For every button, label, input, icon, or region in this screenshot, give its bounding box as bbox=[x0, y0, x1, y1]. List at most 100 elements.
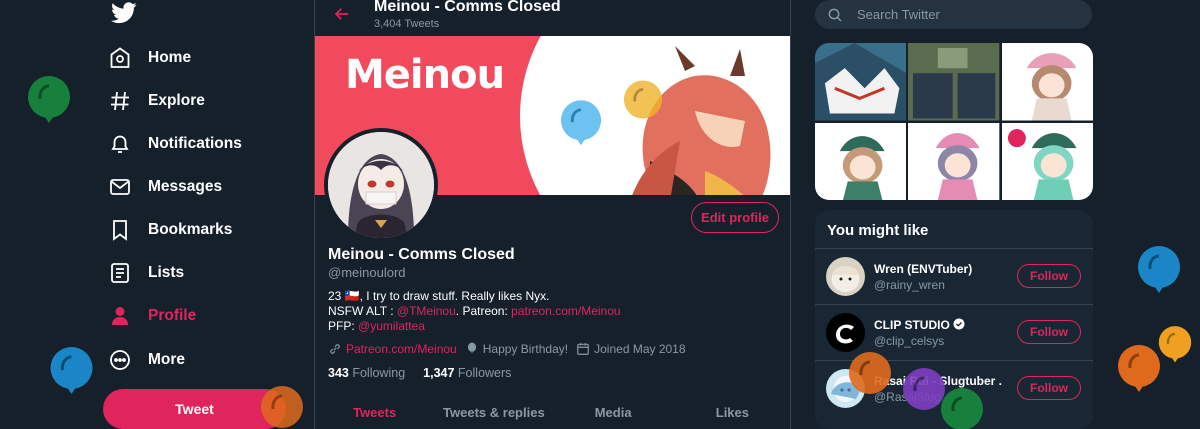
search-input[interactable]: Search Twitter bbox=[857, 7, 940, 22]
suggestion-name: CLIP STUDIO bbox=[874, 318, 965, 332]
bio-patreon-prefix: . Patreon: bbox=[455, 304, 512, 318]
edit-profile-button[interactable]: Edit profile bbox=[691, 202, 779, 233]
birthday-balloon-icon bbox=[50, 347, 93, 394]
bell-icon bbox=[111, 135, 129, 153]
media-tile[interactable] bbox=[908, 122, 1000, 201]
birthday-balloon-icon bbox=[560, 100, 602, 146]
joined-item: Joined May 2018 bbox=[576, 342, 686, 356]
envelope-icon bbox=[110, 179, 130, 195]
birthday-balloon-icon bbox=[28, 76, 70, 123]
nav-more[interactable]: More bbox=[108, 340, 185, 380]
suggestion-name-text: CLIP STUDIO bbox=[874, 318, 950, 332]
follow-button[interactable]: Follow bbox=[1017, 320, 1081, 344]
nav-profile-label: Profile bbox=[148, 307, 197, 324]
suggestion-handle: @clip_celsys bbox=[874, 334, 945, 348]
nav-home-label: Home bbox=[148, 49, 192, 66]
pfp-credit-link[interactable]: @yumilattea bbox=[358, 319, 425, 333]
following-count: 343 bbox=[328, 366, 349, 380]
more-icon bbox=[110, 350, 130, 370]
home-icon bbox=[110, 47, 130, 68]
nav-home[interactable]: Home bbox=[108, 38, 191, 78]
birthday-balloon-icon bbox=[849, 352, 891, 394]
nav-more-label: More bbox=[148, 351, 186, 368]
tweet-count: 3,404 Tweets bbox=[374, 18, 440, 30]
tab-tweets-replies[interactable]: Tweets & replies bbox=[434, 397, 553, 429]
suggestion-row[interactable]: Wren (ENVTuber) @rainy_wren Follow bbox=[815, 248, 1093, 303]
search-bar[interactable]: Search Twitter bbox=[815, 0, 1092, 29]
avatar-illustration bbox=[826, 257, 865, 296]
website-item[interactable]: Patreon.com/Meinou bbox=[328, 342, 457, 356]
profile-handle: @meinoulord bbox=[328, 265, 406, 280]
bio-nsfw-prefix: NSFW ALT : bbox=[328, 304, 397, 318]
page-title: Meinou - Comms Closed bbox=[374, 0, 561, 15]
tab-likes[interactable]: Likes bbox=[673, 397, 790, 429]
suggestions-title: You might like bbox=[827, 222, 929, 239]
bio-line-2: NSFW ALT : @TMeinou. Patreon: patreon.co… bbox=[328, 304, 621, 319]
birthday-text: Happy Birthday! bbox=[482, 342, 569, 356]
nsfw-alt-link[interactable]: @TMeinou bbox=[397, 304, 456, 318]
bio-pfp-prefix: PFP: bbox=[328, 319, 359, 333]
media-tile[interactable] bbox=[908, 43, 1000, 121]
bookmark-icon bbox=[113, 220, 127, 241]
bio-line-1: 23 🇨🇱, I try to draw stuff. Really likes… bbox=[328, 289, 550, 303]
website-link[interactable]: Patreon.com/Meinou bbox=[346, 342, 457, 356]
birthday-balloon-icon bbox=[261, 386, 303, 428]
birthday-balloon-icon bbox=[1118, 345, 1160, 392]
birthday-balloon-icon bbox=[941, 388, 983, 429]
banner-character-illustration bbox=[632, 46, 771, 195]
profile-tabs: Tweets Tweets & replies Media Likes bbox=[315, 397, 790, 429]
birthday-balloon-icon bbox=[1138, 246, 1180, 293]
clip-studio-logo-icon bbox=[826, 313, 865, 352]
calendar-icon bbox=[577, 343, 589, 355]
follow-button[interactable]: Follow bbox=[1017, 376, 1081, 400]
nav-lists-label: Lists bbox=[148, 264, 185, 281]
profile-name: Meinou - Comms Closed bbox=[328, 246, 515, 263]
follow-stats: 343 Following 1,347 Followers bbox=[328, 366, 511, 380]
following-stat[interactable]: 343 Following bbox=[328, 366, 405, 380]
follow-button[interactable]: Follow bbox=[1017, 264, 1081, 288]
bio-line-3: PFP: @yumilattea bbox=[328, 319, 621, 334]
avatar[interactable] bbox=[826, 313, 865, 352]
suggestion-row[interactable]: CLIP STUDIO @clip_celsys Follow bbox=[815, 304, 1093, 359]
media-tile[interactable] bbox=[1001, 43, 1093, 121]
birthday-item: Happy Birthday! bbox=[465, 342, 568, 356]
nav-messages[interactable]: Messages bbox=[108, 167, 222, 207]
followers-count: 1,347 bbox=[423, 366, 455, 380]
joined-text: Joined May 2018 bbox=[594, 342, 686, 356]
tab-media[interactable]: Media bbox=[554, 397, 673, 429]
nav-notifications[interactable]: Notifications bbox=[108, 124, 242, 164]
suggestion-handle: @rainy_wren bbox=[874, 278, 945, 292]
patreon-bio-link[interactable]: patreon.com/Meinou bbox=[511, 304, 620, 318]
nav-notifications-label: Notifications bbox=[148, 135, 242, 152]
following-label: Following bbox=[352, 366, 406, 380]
tweet-button[interactable]: Tweet bbox=[103, 389, 286, 429]
profile-bio: 23 🇨🇱, I try to draw stuff. Really likes… bbox=[328, 289, 621, 334]
nav-lists[interactable]: Lists bbox=[108, 253, 184, 293]
banner-logo-text: Meinou bbox=[345, 52, 505, 98]
list-icon bbox=[111, 263, 129, 283]
followers-stat[interactable]: 1,347 Followers bbox=[423, 366, 511, 380]
back-arrow-icon[interactable] bbox=[333, 5, 351, 23]
search-icon bbox=[828, 8, 842, 22]
nav-bookmarks[interactable]: Bookmarks bbox=[108, 210, 232, 250]
nav-messages-label: Messages bbox=[148, 178, 223, 195]
profile-icon bbox=[112, 307, 128, 325]
birthday-balloon-icon bbox=[1158, 326, 1192, 363]
profile-header-bar: Meinou - Comms Closed 3,404 Tweets bbox=[315, 0, 790, 36]
media-grid bbox=[815, 43, 1093, 200]
profile-avatar[interactable] bbox=[324, 128, 438, 242]
nav-bookmarks-label: Bookmarks bbox=[148, 221, 233, 238]
media-tile[interactable] bbox=[815, 122, 907, 201]
nav-explore[interactable]: Explore bbox=[108, 81, 205, 121]
tab-tweets[interactable]: Tweets bbox=[315, 397, 434, 429]
profile-meta: Patreon.com/Meinou Happy Birthday! Joine… bbox=[328, 342, 686, 356]
nav-explore-label: Explore bbox=[148, 92, 205, 109]
profile-column: Meinou - Comms Closed 3,404 Tweets Meino… bbox=[314, 0, 791, 429]
avatar[interactable] bbox=[826, 257, 865, 296]
media-tile[interactable] bbox=[815, 43, 907, 121]
hashtag-icon bbox=[111, 91, 129, 111]
avatar-illustration bbox=[328, 132, 434, 238]
media-tile[interactable] bbox=[1001, 122, 1093, 201]
twitter-logo-icon[interactable] bbox=[111, 2, 137, 24]
nav-profile[interactable]: Profile bbox=[108, 296, 196, 336]
